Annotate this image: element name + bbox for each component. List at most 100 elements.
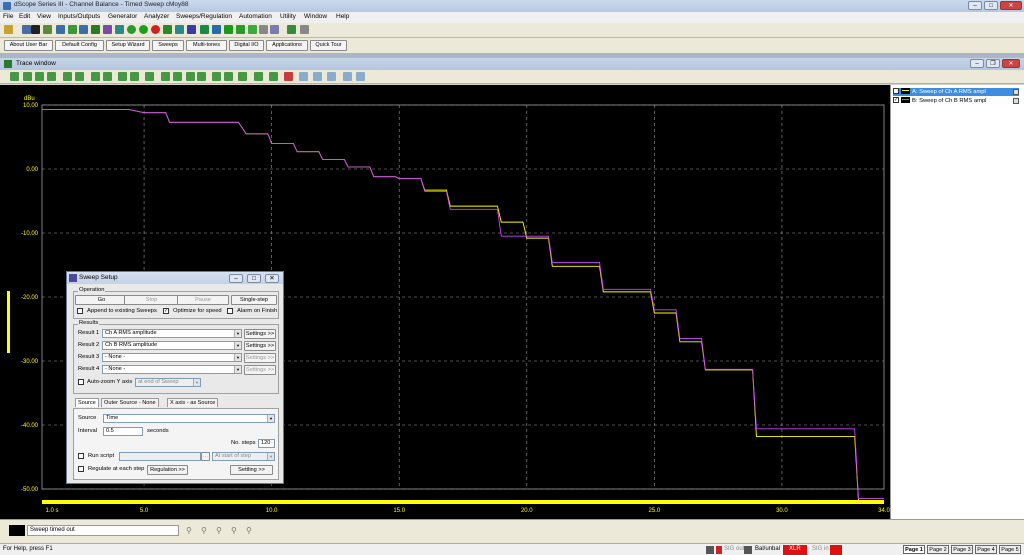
toolbar-icon-5[interactable] <box>56 25 65 34</box>
optimize-checkbox[interactable]: ✓ <box>163 308 169 314</box>
trace-close-button[interactable]: ✕ <box>1002 59 1020 68</box>
trace-tool-icon-15[interactable] <box>197 72 206 81</box>
legend-settings-icon[interactable] <box>1013 98 1019 104</box>
dialog-maximize-button[interactable]: □ <box>247 274 261 283</box>
toolbar-icon-22[interactable] <box>259 25 268 34</box>
toolbar-icon-3[interactable] <box>31 25 40 34</box>
quick-button-digital-i-o[interactable]: Digital I/O <box>229 40 264 51</box>
autozoom-combo[interactable]: at end of Sweep ▼ <box>135 378 201 387</box>
trace-tool-icon-9[interactable] <box>118 72 127 81</box>
toolbar-icon-13[interactable] <box>151 25 160 34</box>
menu-item-sweepsregulation[interactable]: Sweeps/Regulation <box>176 13 232 20</box>
menu-item-view[interactable]: View <box>37 13 51 20</box>
trace-tool-icon-14[interactable] <box>186 72 195 81</box>
toolbar-icon-10[interactable] <box>115 25 124 34</box>
run-script-input[interactable] <box>119 452 201 461</box>
mini-icon-4[interactable]: ⚲ <box>231 526 237 535</box>
legend-checkbox[interactable]: ✓ <box>893 88 899 95</box>
quick-button-applications[interactable]: Applications <box>266 40 308 51</box>
trace-tool-icon-1[interactable] <box>10 72 19 81</box>
trace-minimize-button[interactable]: – <box>970 59 984 68</box>
trace-tool-icon-17[interactable] <box>224 72 233 81</box>
toolbar-icon-11[interactable] <box>127 25 136 34</box>
result-settings-button[interactable]: Settings >> <box>244 329 276 339</box>
close-button[interactable]: ✕ <box>1000 1 1022 10</box>
result-settings-button[interactable]: Settings >> <box>244 353 276 363</box>
toolbar-icon-23[interactable] <box>270 25 279 34</box>
trace-tool-icon-10[interactable] <box>130 72 139 81</box>
single-step-button[interactable]: Single-step <box>231 295 277 305</box>
trace-tool-icon-22[interactable] <box>299 72 308 81</box>
trace-tool-icon-23[interactable] <box>313 72 322 81</box>
trace-tool-icon-19[interactable] <box>254 72 263 81</box>
toolbar-icon-7[interactable] <box>79 25 88 34</box>
toolbar-icon-9[interactable] <box>103 25 112 34</box>
page-tab-4[interactable]: Page 4 <box>975 545 997 554</box>
tab-x-axis[interactable]: X axis - as Source <box>167 398 219 407</box>
autozoom-checkbox[interactable] <box>78 379 84 385</box>
mini-icon-3[interactable]: ⚲ <box>216 526 222 535</box>
menu-item-utility[interactable]: Utility <box>280 13 296 20</box>
quick-button-sweeps[interactable]: Sweeps <box>152 40 184 51</box>
append-checkbox[interactable] <box>77 308 83 314</box>
maximize-button[interactable]: □ <box>984 1 998 10</box>
menu-item-help[interactable]: Help <box>336 13 349 20</box>
menu-item-automation[interactable]: Automation <box>239 13 272 20</box>
tab-outer-source[interactable]: Outer Source - None <box>101 398 159 407</box>
minimize-button[interactable]: – <box>968 1 982 10</box>
legend-item[interactable]: ✓ B: Sweep of Ch B RMS ampl <box>893 97 1019 105</box>
trace-tool-icon-6[interactable] <box>75 72 84 81</box>
toolbar-icon-6[interactable] <box>68 25 77 34</box>
trace-tool-icon-8[interactable] <box>103 72 112 81</box>
toolbar-icon-1[interactable] <box>4 25 13 34</box>
toolbar-icon-15[interactable] <box>175 25 184 34</box>
trace-tool-icon-21[interactable] <box>284 72 293 81</box>
trace-tool-icon-12[interactable] <box>161 72 170 81</box>
menu-item-inputsoutputs[interactable]: Inputs/Outputs <box>58 13 100 20</box>
mini-icon-5[interactable]: ⚲ <box>246 526 252 535</box>
result-combo[interactable]: - None - ▼ <box>102 365 242 374</box>
trace-tool-icon-26[interactable] <box>356 72 365 81</box>
quick-button-default-config[interactable]: Default Config <box>55 40 104 51</box>
page-tab-1[interactable]: Page 1 <box>903 545 925 554</box>
dialog-minimize-button[interactable]: – <box>229 274 243 283</box>
run-script-checkbox[interactable] <box>78 453 84 459</box>
result-settings-button[interactable]: Settings >> <box>244 365 276 375</box>
mini-icon-1[interactable]: ⚲ <box>186 526 192 535</box>
toolbar-icon-21[interactable] <box>248 25 257 34</box>
toolbar-icon-25[interactable] <box>300 25 309 34</box>
trace-tool-icon-3[interactable] <box>35 72 44 81</box>
page-tab-3[interactable]: Page 3 <box>951 545 973 554</box>
tab-source[interactable]: Source <box>75 398 99 407</box>
result-settings-button[interactable]: Settings >> <box>244 341 276 351</box>
pause-button[interactable]: Pause <box>177 295 229 305</box>
quick-button-about-user-bar[interactable]: About User Bar <box>4 40 53 51</box>
trace-restore-button[interactable]: ❐ <box>986 59 1000 68</box>
menu-item-window[interactable]: Window <box>304 13 327 20</box>
toolbar-icon-2[interactable] <box>22 25 31 34</box>
trace-tool-icon-24[interactable] <box>327 72 336 81</box>
trace-tool-icon-18[interactable] <box>238 72 247 81</box>
dialog-close-button[interactable]: ✕ <box>265 274 279 283</box>
interval-input[interactable]: 0.5 <box>103 427 143 436</box>
quick-button-quick-tour[interactable]: Quick Tour <box>310 40 347 51</box>
page-tab-2[interactable]: Page 2 <box>927 545 949 554</box>
legend-checkbox[interactable]: ✓ <box>893 97 899 104</box>
alarm-checkbox[interactable] <box>227 308 233 314</box>
regulate-checkbox[interactable] <box>78 466 84 472</box>
toolbar-icon-24[interactable] <box>287 25 296 34</box>
toolbar-icon-20[interactable] <box>236 25 245 34</box>
regulation-button[interactable]: Regulation >> <box>147 465 188 475</box>
stop-button[interactable]: Stop <box>124 295 179 305</box>
page-tab-5[interactable]: Page 5 <box>999 545 1021 554</box>
trace-tool-icon-13[interactable] <box>173 72 182 81</box>
trace-tool-icon-5[interactable] <box>63 72 72 81</box>
settling-button[interactable]: Settling >> <box>230 465 273 475</box>
go-button[interactable]: Go <box>75 295 128 305</box>
toolbar-icon-18[interactable] <box>212 25 221 34</box>
toolbar-icon-14[interactable] <box>163 25 172 34</box>
result-combo[interactable]: Ch A RMS amplitude ▼ <box>102 329 242 338</box>
trace-tool-icon-2[interactable] <box>23 72 32 81</box>
menu-item-analyzer[interactable]: Analyzer <box>144 13 169 20</box>
menu-item-file[interactable]: File <box>3 13 13 20</box>
